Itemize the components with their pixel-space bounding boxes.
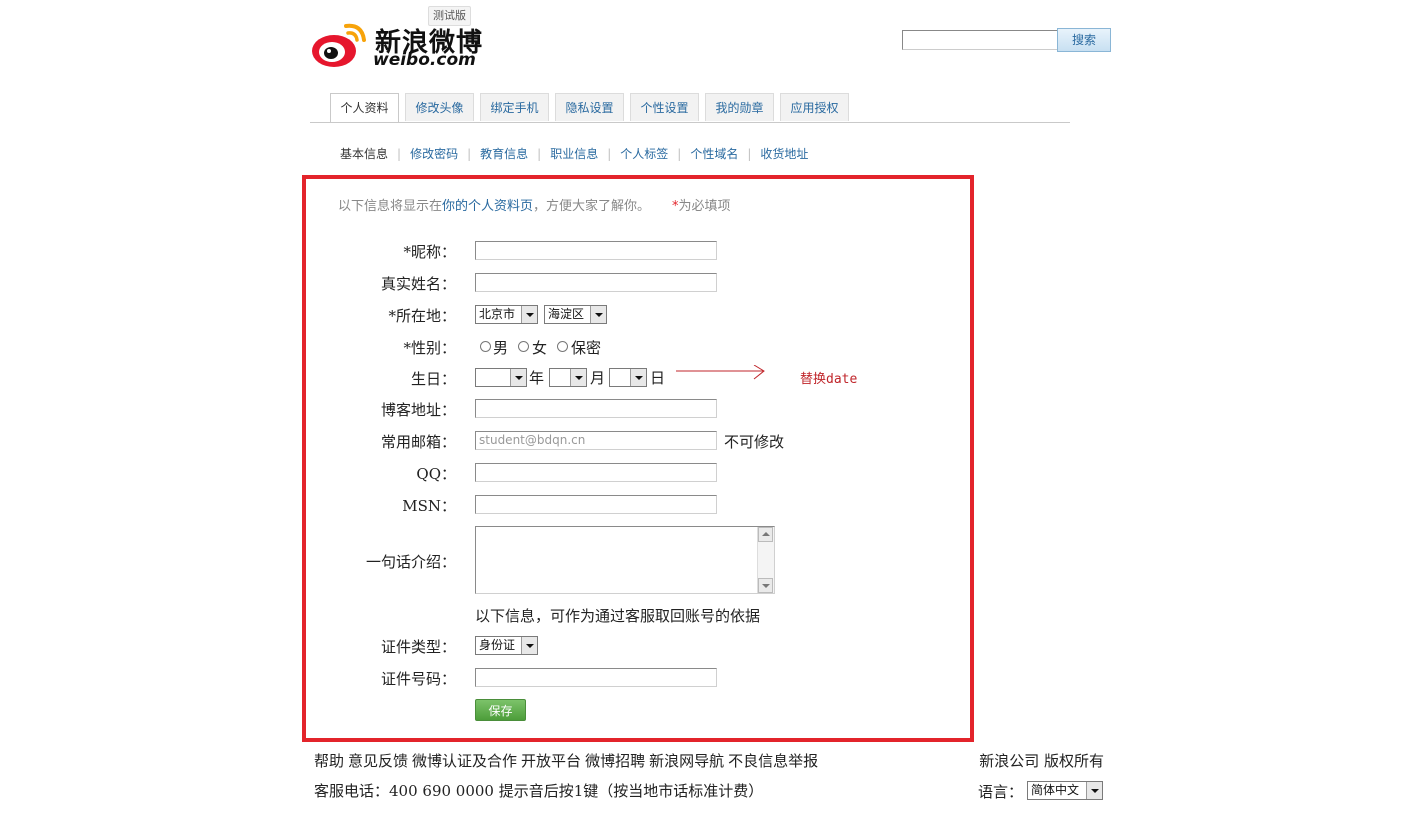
nickname-input[interactable] bbox=[475, 241, 717, 260]
save-button[interactable]: 保存 bbox=[475, 699, 526, 721]
email-label: 常用邮箱： bbox=[380, 433, 456, 451]
subnav-education[interactable]: 教育信息 bbox=[480, 147, 528, 161]
footer-link-sina-nav[interactable]: 新浪网导航 bbox=[649, 752, 724, 770]
search-input[interactable] bbox=[902, 30, 1058, 50]
chevron-down-icon bbox=[590, 306, 606, 323]
province-value: 北京市 bbox=[479, 307, 516, 321]
sub-navigation: 基本信息 | 修改密码 | 教育信息 | 职业信息 | 个人标签 | 个性域名 | 收货地址 bbox=[340, 145, 808, 163]
location-label: *所在地： bbox=[388, 307, 456, 325]
chevron-down-icon bbox=[521, 637, 537, 654]
intro-text: 以下信息将显示在 bbox=[338, 199, 443, 214]
realname-input[interactable] bbox=[475, 273, 717, 292]
district-select[interactable]: 海淀区 bbox=[544, 305, 607, 324]
chevron-down-icon bbox=[570, 369, 586, 386]
idnumber-input[interactable] bbox=[475, 668, 717, 687]
recovery-note: 以下信息，可作为通过客服取回账号的依据 bbox=[475, 607, 761, 625]
scroll-up-icon[interactable] bbox=[758, 527, 773, 542]
footer-link-report[interactable]: 不良信息举报 bbox=[728, 752, 818, 770]
search-button[interactable]: 搜索 bbox=[1057, 28, 1111, 52]
birth-day-select[interactable] bbox=[609, 368, 647, 387]
gender-option-female: 女 bbox=[532, 339, 548, 357]
blog-label: 博客地址： bbox=[380, 401, 456, 419]
day-unit: 日 bbox=[650, 369, 666, 387]
idnumber-label: 证件号码： bbox=[380, 670, 456, 688]
subnav-separator: | bbox=[537, 147, 542, 161]
weibo-eye-icon bbox=[312, 23, 366, 67]
chevron-down-icon bbox=[630, 369, 646, 386]
tab-avatar[interactable]: 修改头像 bbox=[405, 93, 474, 121]
subnav-separator: | bbox=[607, 147, 612, 161]
annotation-text: 替换date bbox=[800, 372, 858, 387]
district-value: 海淀区 bbox=[548, 307, 585, 321]
tabs-divider bbox=[310, 122, 1070, 123]
subnav-basic-info[interactable]: 基本信息 bbox=[340, 147, 388, 161]
birth-year-select[interactable] bbox=[475, 368, 527, 387]
email-field: student@bdqn.cn bbox=[475, 431, 717, 450]
bio-label: 一句话介绍： bbox=[365, 553, 456, 571]
birthday-label: 生日： bbox=[410, 370, 456, 388]
bio-textarea[interactable] bbox=[475, 526, 775, 594]
beta-badge: 测试版 bbox=[428, 6, 471, 26]
chevron-down-icon bbox=[521, 306, 537, 323]
birth-month-select[interactable] bbox=[549, 368, 587, 387]
gender-option-secret: 保密 bbox=[571, 339, 602, 357]
nickname-label: *昵称： bbox=[403, 243, 456, 261]
blog-input[interactable] bbox=[475, 399, 717, 418]
idtype-value: 身份证 bbox=[479, 638, 516, 652]
bio-scrollbar[interactable] bbox=[757, 527, 774, 593]
gender-label: *性别： bbox=[403, 339, 456, 357]
subnav-domain[interactable]: 个性域名 bbox=[690, 147, 738, 161]
gender-option-male: 男 bbox=[493, 339, 509, 357]
customer-service-hotline: 客服电话：400 690 0000 提示音后按1键（按当地市话标准计费） bbox=[314, 782, 764, 800]
month-unit: 月 bbox=[590, 369, 606, 387]
subnav-separator: | bbox=[747, 147, 752, 161]
subnav-tags[interactable]: 个人标签 bbox=[620, 147, 668, 161]
footer-link-open-platform[interactable]: 开放平台 bbox=[521, 752, 581, 770]
footer-link-feedback[interactable]: 意见反馈 bbox=[348, 752, 408, 770]
gender-radio-secret[interactable] bbox=[557, 341, 568, 352]
email-readonly-note: 不可修改 bbox=[724, 433, 785, 451]
idtype-label: 证件类型： bbox=[380, 638, 456, 656]
required-note: 为必填项 bbox=[678, 199, 731, 214]
chevron-down-icon bbox=[1086, 782, 1102, 799]
qq-input[interactable] bbox=[475, 463, 717, 482]
language-value: 简体中文 bbox=[1031, 783, 1080, 797]
idtype-select[interactable]: 身份证 bbox=[475, 636, 538, 655]
year-unit: 年 bbox=[529, 369, 545, 387]
annotation-arrow-icon bbox=[676, 365, 765, 380]
subnav-address[interactable]: 收货地址 bbox=[760, 147, 808, 161]
tab-bind-phone[interactable]: 绑定手机 bbox=[480, 93, 549, 121]
tab-privacy[interactable]: 隐私设置 bbox=[555, 93, 624, 121]
subnav-separator: | bbox=[677, 147, 682, 161]
footer-link-verification[interactable]: 微博认证及合作 bbox=[412, 752, 517, 770]
gender-radio-male[interactable] bbox=[480, 341, 491, 352]
language-select[interactable]: 简体中文 bbox=[1027, 781, 1103, 800]
gender-radio-female[interactable] bbox=[518, 341, 529, 352]
profile-page-link[interactable]: 你的个人资料页 bbox=[442, 199, 533, 214]
footer-link-help[interactable]: 帮助 bbox=[314, 752, 344, 770]
form-intro: 以下信息将显示在你的个人资料页，方便大家了解你。 *为必填项 bbox=[338, 195, 731, 214]
language-label: 语言： bbox=[978, 783, 1024, 801]
scroll-down-icon[interactable] bbox=[758, 578, 773, 593]
subnav-separator: | bbox=[397, 147, 402, 161]
subnav-career[interactable]: 职业信息 bbox=[550, 147, 598, 161]
subnav-separator: | bbox=[467, 147, 472, 161]
tab-profile[interactable]: 个人资料 bbox=[330, 93, 399, 123]
tab-personalize[interactable]: 个性设置 bbox=[630, 93, 699, 121]
province-select[interactable]: 北京市 bbox=[475, 305, 538, 324]
msn-input[interactable] bbox=[475, 495, 717, 514]
realname-label: 真实姓名： bbox=[380, 275, 456, 293]
tab-medals[interactable]: 我的勋章 bbox=[705, 93, 774, 121]
tab-app-auth[interactable]: 应用授权 bbox=[780, 93, 849, 121]
subnav-change-password[interactable]: 修改密码 bbox=[410, 147, 458, 161]
logo-text-en: weibo.com bbox=[373, 50, 476, 70]
qq-label: QQ： bbox=[416, 465, 456, 483]
footer-link-jobs[interactable]: 微博招聘 bbox=[585, 752, 645, 770]
msn-label: MSN： bbox=[402, 497, 456, 515]
intro-text-end: ，方便大家了解你。 bbox=[533, 199, 651, 214]
copyright: 新浪公司 版权所有 bbox=[979, 752, 1104, 770]
footer-links: 帮助 意见反馈 微博认证及合作 开放平台 微博招聘 新浪网导航 不良信息举报 bbox=[314, 750, 822, 771]
chevron-down-icon bbox=[510, 369, 526, 386]
